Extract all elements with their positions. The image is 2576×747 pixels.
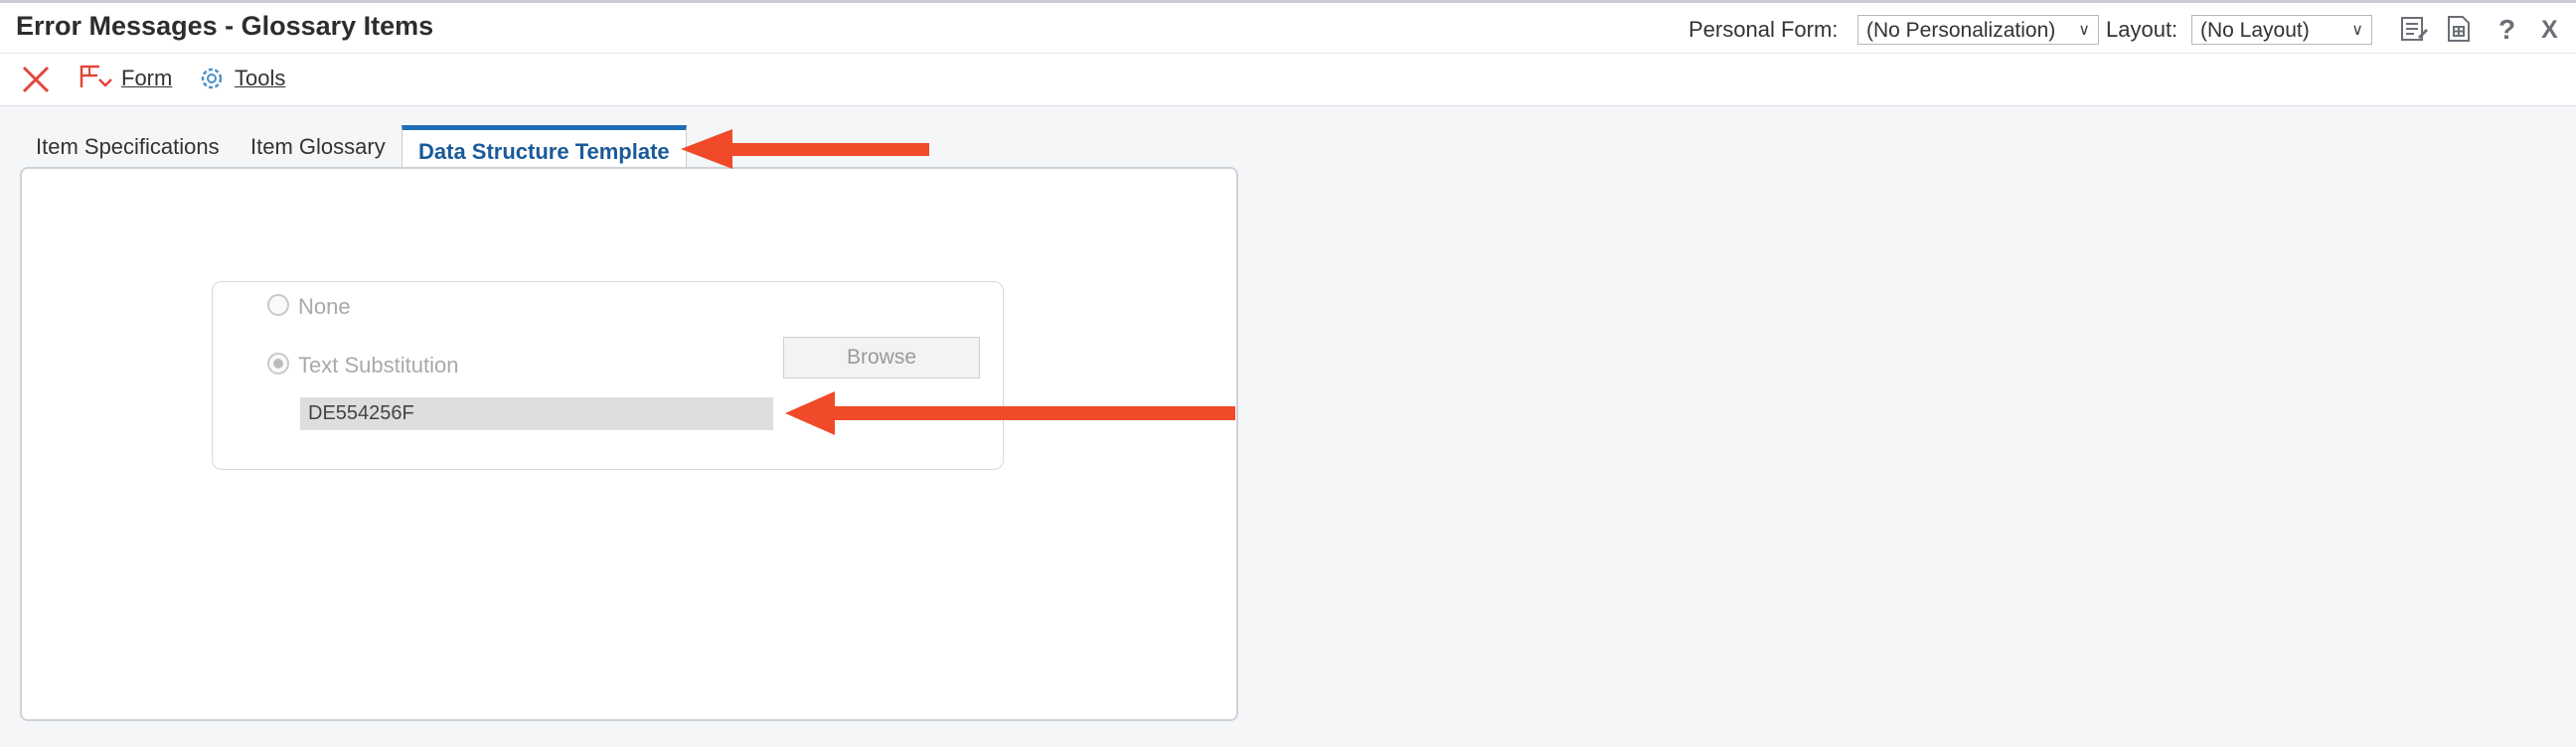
toolbar: Form Tools xyxy=(0,54,2576,106)
text-substitution-field[interactable]: DE554256F xyxy=(300,397,773,430)
radio-none[interactable] xyxy=(267,294,289,316)
title-bar: Error Messages - Glossary Items Personal… xyxy=(0,0,2576,54)
tab-item-specifications[interactable]: Item Specifications xyxy=(20,127,236,169)
form-icon xyxy=(80,65,112,87)
svg-text:X: X xyxy=(2541,16,2558,44)
tools-menu-button[interactable]: Tools xyxy=(197,62,285,95)
layout-label: Layout: xyxy=(2106,17,2178,42)
personal-form-label: Personal Form: xyxy=(1689,17,1839,42)
personal-form-select[interactable]: (No Personalization) ∨ xyxy=(1857,15,2099,45)
attachment-icon[interactable] xyxy=(2443,13,2475,45)
form-menu-label: Form xyxy=(121,66,173,90)
radio-text-substitution-label: Text Substitution xyxy=(298,353,459,377)
close-icon[interactable]: X xyxy=(2535,13,2567,45)
radio-text-substitution[interactable] xyxy=(267,353,289,374)
help-icon[interactable]: ? xyxy=(2490,13,2521,45)
notes-icon[interactable] xyxy=(2398,13,2430,45)
tools-menu-label: Tools xyxy=(235,66,286,90)
annotation-arrow-field xyxy=(785,391,1235,435)
annotation-arrow-tab xyxy=(681,129,929,169)
layout-value: (No Layout) xyxy=(2200,19,2310,42)
layout-select[interactable]: (No Layout) ∨ xyxy=(2191,15,2372,45)
cancel-icon[interactable] xyxy=(20,64,52,95)
svg-text:?: ? xyxy=(2498,14,2515,45)
tab-data-structure-template[interactable]: Data Structure Template xyxy=(402,125,687,169)
browse-button[interactable]: Browse xyxy=(783,337,980,378)
radio-none-label: None xyxy=(298,294,351,319)
gear-icon xyxy=(201,68,223,89)
chevron-down-icon: ∨ xyxy=(2078,22,2090,39)
page-title: Error Messages - Glossary Items xyxy=(16,11,434,41)
chevron-down-icon: ∨ xyxy=(2351,22,2363,39)
tab-item-glossary[interactable]: Item Glossary xyxy=(235,127,402,169)
personal-form-value: (No Personalization) xyxy=(1866,19,2056,42)
form-menu-button[interactable]: Form xyxy=(78,62,172,95)
